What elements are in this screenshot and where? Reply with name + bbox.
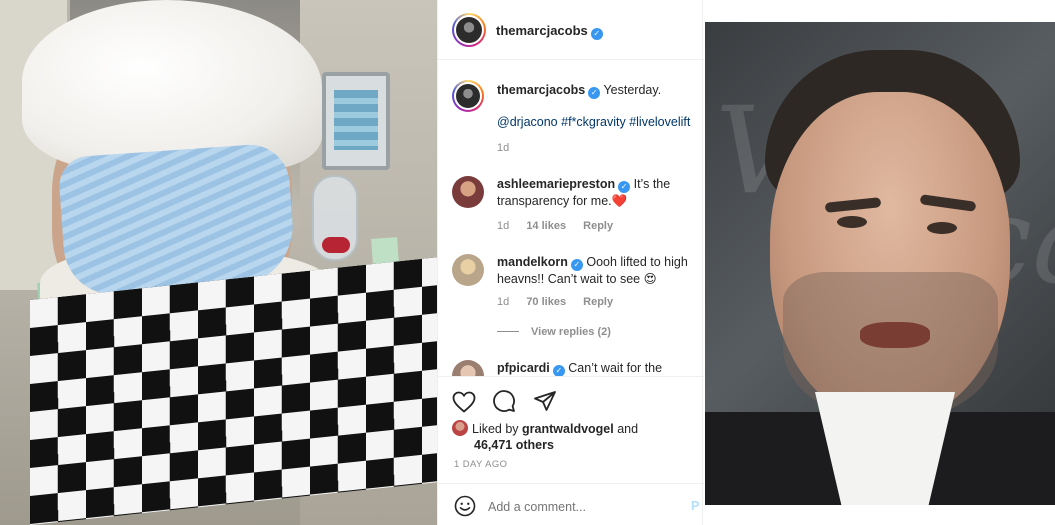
username[interactable]: pfpicardi: [497, 361, 550, 375]
surgical-mask: [57, 142, 297, 298]
verified-icon: ✓: [590, 28, 603, 40]
caption-body: Yesterday.: [603, 83, 662, 97]
comment-input[interactable]: [488, 497, 658, 517]
comment-composer: P: [438, 483, 704, 525]
username[interactable]: ashleemariepreston: [497, 177, 615, 191]
eye: [927, 222, 957, 234]
comment-likes[interactable]: 14 likes: [526, 220, 566, 232]
avatar[interactable]: [452, 360, 484, 376]
checkered-shirt: [30, 257, 437, 525]
username[interactable]: themarcjacobs: [497, 83, 585, 97]
username[interactable]: mandelkorn: [497, 255, 568, 269]
avatar[interactable]: [452, 13, 486, 47]
avatar[interactable]: [452, 80, 484, 112]
comment-icon[interactable]: [492, 389, 516, 418]
drain-bulb: [312, 175, 358, 261]
view-replies-button[interactable]: View replies (2): [497, 326, 611, 338]
share-icon[interactable]: [533, 389, 557, 418]
verified-icon: ✓: [588, 87, 601, 99]
heart-icon[interactable]: [452, 391, 476, 418]
post-photo-selfie: [0, 0, 437, 525]
likes-suffix: and: [617, 422, 639, 436]
comment-meta: 1d 14 likes Reply: [497, 220, 627, 232]
verified-icon: ✓: [618, 181, 631, 193]
wall-screen: [322, 72, 390, 170]
head-bandage: [22, 0, 322, 170]
likes-summary: Liked by grantwaldvogel and 46,471 other…: [452, 420, 692, 453]
reply-button[interactable]: Reply: [583, 220, 613, 232]
likes-count[interactable]: 46,471 others: [474, 438, 554, 452]
avatar[interactable]: [452, 254, 484, 286]
instagram-post-panel: themarcjacobs ✓ themarcjacobs ✓ Yesterday.…: [437, 0, 704, 525]
portrait-photo: V ca: [705, 22, 1055, 505]
heart-emoji: ❤️: [611, 194, 628, 208]
comment-text: mandelkorn ✓ Oooh lifted to high heavns!!…: [497, 254, 697, 287]
mouth: [860, 322, 930, 348]
comments-list[interactable]: themarcjacobs ✓ Yesterday. @drjacono #f*c…: [438, 60, 704, 376]
eye: [837, 216, 867, 228]
comment-time[interactable]: 1d: [497, 142, 509, 154]
comment-text: pfpicardi ✓ Can’t wait for the: [497, 360, 697, 376]
comment-likes[interactable]: 70 likes: [526, 296, 566, 308]
liker-avatar[interactable]: [452, 420, 468, 436]
caption-text: themarcjacobs ✓ Yesterday.: [497, 82, 697, 99]
post-actions: Liked by grantwaldvogel and 46,471 other…: [438, 376, 704, 525]
reply-button[interactable]: Reply: [583, 296, 613, 308]
liker-username[interactable]: grantwaldvogel: [522, 422, 614, 436]
comment-meta: 1d 70 likes Reply: [497, 296, 627, 308]
post-timestamp[interactable]: 1 DAY AGO: [454, 459, 507, 470]
comment-body: Can’t wait for the: [568, 361, 663, 375]
comment-text: ashleemariepreston ✓ It’s the transparenc…: [497, 176, 697, 209]
username[interactable]: themarcjacobs: [496, 23, 588, 38]
avatar[interactable]: [452, 176, 484, 208]
action-icons: [452, 389, 569, 413]
verified-icon: ✓: [552, 365, 565, 376]
verified-icon: ✓: [570, 259, 583, 271]
comment-time[interactable]: 1d: [497, 296, 509, 308]
comment-time[interactable]: 1d: [497, 220, 509, 232]
post-author[interactable]: themarcjacobs ✓: [496, 23, 603, 40]
emoji-icon[interactable]: [454, 495, 476, 522]
likes-prefix: Liked by: [472, 422, 519, 436]
heart-eyes-emoji: 😍: [643, 272, 657, 286]
caption-meta: 1d: [497, 142, 523, 154]
post-header: themarcjacobs ✓: [438, 0, 704, 60]
post-comment-button[interactable]: P: [691, 499, 699, 513]
caption-tags[interactable]: @drjacono #f*ckgravity #livelovelift: [497, 114, 697, 130]
